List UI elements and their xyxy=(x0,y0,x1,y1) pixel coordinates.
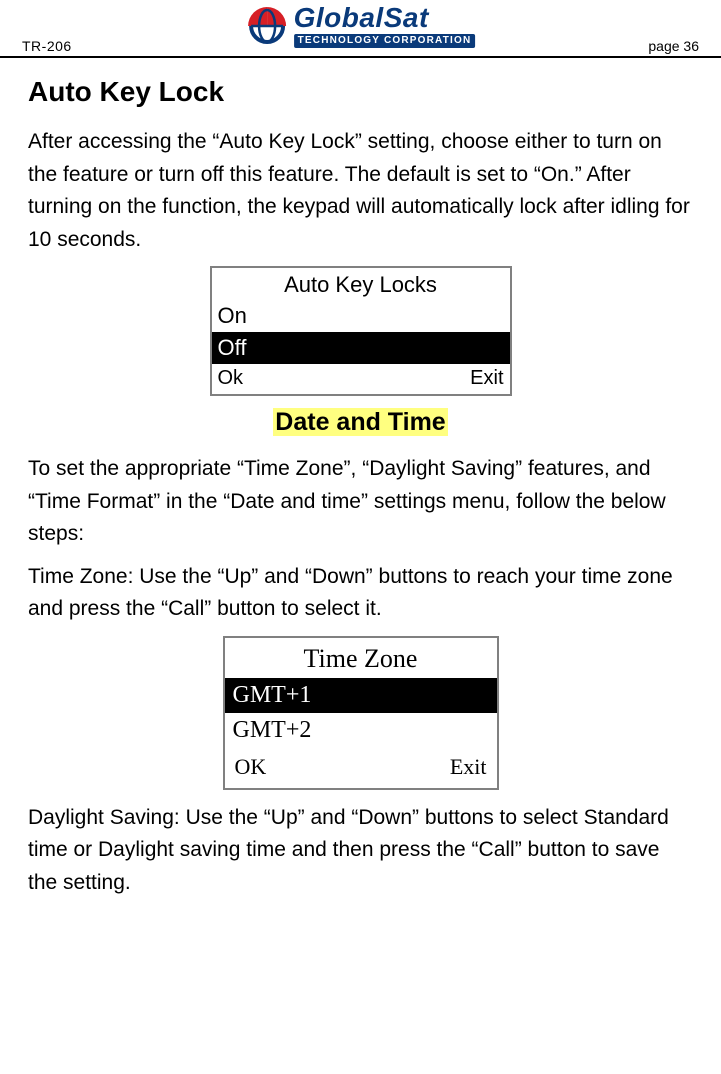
softkey-ok: Ok xyxy=(218,367,244,390)
page-header: TR-206 GlobalSat TECHNOLOGY CORPORATION … xyxy=(0,0,721,58)
brand-logo: GlobalSat TECHNOLOGY CORPORATION xyxy=(246,4,476,48)
auto-key-lock-description: After accessing the “Auto Key Lock” sett… xyxy=(28,126,693,256)
brand-text: GlobalSat TECHNOLOGY CORPORATION xyxy=(294,4,476,48)
softkey-ok: OK xyxy=(235,754,267,780)
softkey-row: OK Exit xyxy=(225,748,497,788)
option-off-selected: Off xyxy=(212,332,510,364)
daylight-saving-instructions: Daylight Saving: Use the “Up” and “Down”… xyxy=(28,802,693,900)
option-gmt1-selected: GMT+1 xyxy=(225,678,497,713)
screen-title: Time Zone xyxy=(225,638,497,678)
time-zone-instructions: Time Zone: Use the “Up” and “Down” butto… xyxy=(28,561,693,626)
brand-subtitle: TECHNOLOGY CORPORATION xyxy=(294,34,476,48)
phone-screen-time-zone: Time Zone GMT+1 GMT+2 OK Exit xyxy=(223,636,499,790)
page-number: page 36 xyxy=(648,38,699,56)
phone-screen-auto-key-locks: Auto Key Locks On Off Ok Exit xyxy=(210,266,512,396)
page-content: Auto Key Lock After accessing the “Auto … xyxy=(0,58,721,900)
globe-logo-icon xyxy=(246,5,288,47)
screen-title: Auto Key Locks xyxy=(212,268,510,300)
section-title-date-time: Date and Time xyxy=(273,408,447,436)
option-gmt2: GMT+2 xyxy=(225,713,497,748)
softkey-exit: Exit xyxy=(470,367,503,390)
section-title-auto-key-lock: Auto Key Lock xyxy=(28,76,693,108)
doc-code: TR-206 xyxy=(22,38,72,56)
section-title-date-time-wrap: Date and Time xyxy=(28,408,693,437)
brand-name: GlobalSat xyxy=(294,4,476,32)
option-on: On xyxy=(212,300,510,332)
softkey-row: Ok Exit xyxy=(212,364,510,394)
softkey-exit: Exit xyxy=(450,754,487,780)
date-time-intro: To set the appropriate “Time Zone”, “Day… xyxy=(28,453,693,551)
